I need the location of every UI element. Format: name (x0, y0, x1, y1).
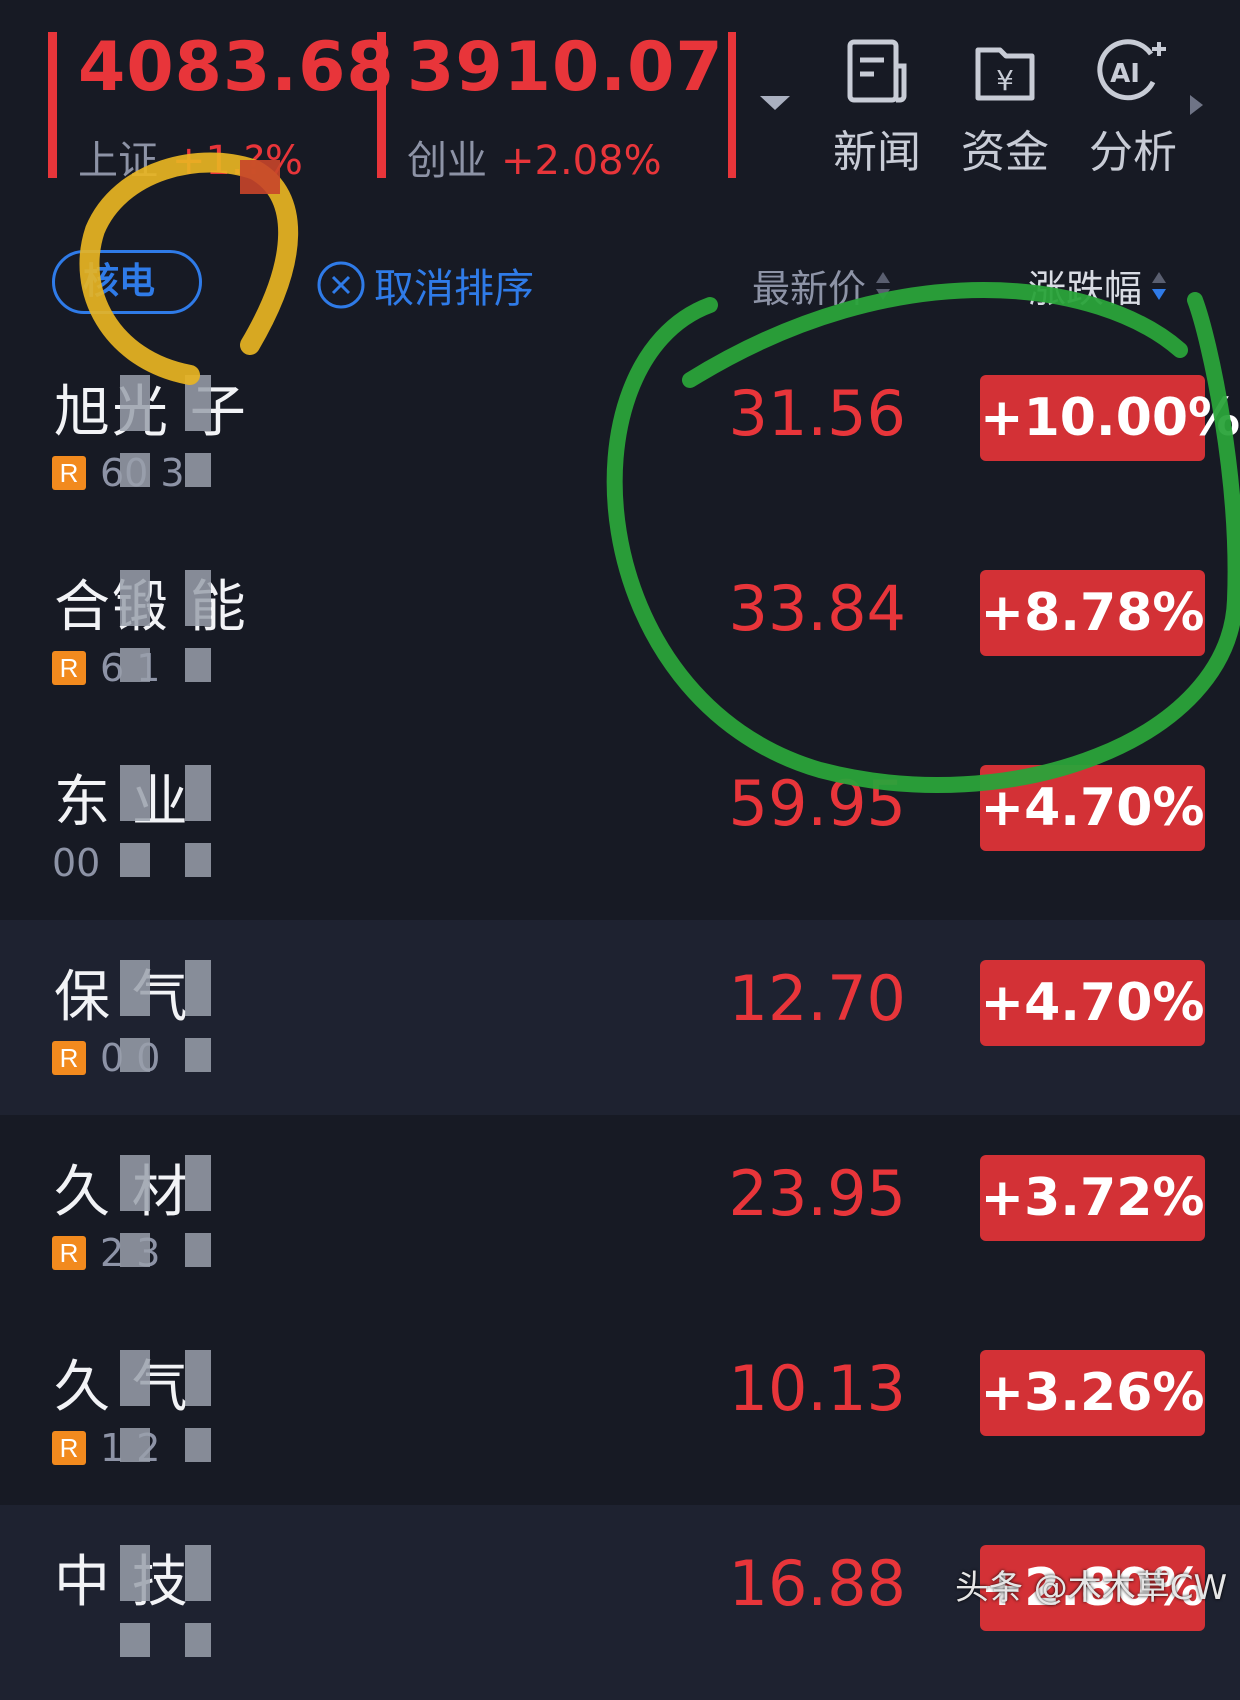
margin-badge: R (52, 456, 86, 490)
index-bar (48, 32, 57, 178)
margin-badge: R (52, 1236, 86, 1270)
index-value: 4083.68 (78, 28, 395, 107)
stock-price: 23.95 (728, 1157, 907, 1230)
mosaic-block (120, 843, 150, 877)
stock-row[interactable]: 久 材R 2 323.95+3.72% (0, 1115, 1240, 1310)
stock-row[interactable]: 久 气R 1 210.13+3.26% (0, 1310, 1240, 1505)
mosaic-block (185, 1038, 211, 1072)
sector-tag-chip[interactable]: 核电 (52, 250, 202, 314)
index-change: +1.?% (172, 138, 303, 184)
fund-icon: ¥ (975, 47, 1035, 101)
stock-row[interactable]: 合锻 能R6 133.84+8.78% (0, 530, 1240, 725)
mosaic-block (120, 1233, 150, 1267)
mosaic-block (185, 960, 211, 1016)
svg-text:AI: AI (1110, 59, 1140, 89)
mosaic-block (185, 453, 211, 487)
margin-badge: R (52, 1431, 86, 1465)
stock-code-wrap: 00 (52, 841, 100, 885)
mosaic-block (185, 1233, 211, 1267)
sort-icon (876, 271, 891, 300)
stock-price: 31.56 (728, 377, 907, 450)
mosaic-block (185, 1350, 211, 1406)
index-separator (728, 32, 736, 178)
mosaic-block (120, 1428, 150, 1462)
mosaic-block (185, 1545, 211, 1601)
analysis-label: 分析 (1089, 127, 1177, 178)
index-value: 3910.07 (407, 28, 724, 107)
mosaic-block (185, 648, 211, 682)
margin-badge: R (52, 1041, 86, 1075)
news-button[interactable]: 新闻 (822, 36, 932, 180)
mosaic-block (185, 843, 211, 877)
stock-row[interactable]: 东 业 00 59.95 +4.70% (0, 725, 1240, 920)
mosaic-block (120, 1038, 150, 1072)
change-percent-badge[interactable]: +4.70% (980, 765, 1205, 851)
mosaic-block (185, 765, 211, 821)
column-header-change[interactable]: 涨跌幅 (1028, 258, 1167, 313)
mosaic-block (120, 375, 150, 431)
chevron-down-icon[interactable] (760, 96, 790, 110)
index-bar (377, 32, 386, 178)
stock-price: 10.13 (728, 1352, 907, 1425)
fund-button[interactable]: ¥ 资金 (950, 36, 1060, 180)
column-header-price[interactable]: 最新价 (752, 258, 891, 313)
stock-name: 合锻 能 (54, 575, 248, 640)
index-name: 创业 +2.08% (407, 138, 662, 184)
stock-row[interactable]: 旭光 子 R60 3 31.56 +10.00% (0, 335, 1240, 530)
chevron-right-icon[interactable] (1190, 95, 1203, 115)
index-name: 上证 +1.?% (78, 138, 303, 184)
stock-row[interactable]: 保 气R 0 012.70+4.70% (0, 920, 1240, 1115)
mosaic-block (120, 570, 150, 626)
stock-price: 33.84 (728, 572, 907, 645)
change-percent-badge[interactable]: +10.00% (980, 375, 1240, 461)
mosaic-block (120, 1350, 150, 1406)
svg-text:¥: ¥ (996, 64, 1014, 97)
mosaic-block (185, 570, 211, 626)
change-percent-badge[interactable]: +3.72% (980, 1155, 1205, 1241)
stock-name: 旭光 子 (54, 380, 248, 445)
change-percent-badge[interactable]: +3.26% (980, 1350, 1205, 1436)
mosaic-block (185, 375, 211, 431)
margin-badge: R (52, 651, 86, 685)
mosaic-block (120, 453, 150, 487)
mosaic-block (185, 1428, 211, 1462)
cancel-sort-button[interactable]: 取消排序 (316, 256, 534, 314)
cancel-sort-label: 取消排序 (374, 266, 534, 312)
news-label: 新闻 (833, 127, 921, 178)
mosaic-block (185, 1623, 211, 1657)
fund-label: 资金 (961, 127, 1049, 178)
mosaic-block (120, 648, 150, 682)
mosaic-block (120, 1623, 150, 1657)
stock-price: 59.95 (728, 767, 907, 840)
mosaic-block (120, 1545, 150, 1601)
analysis-button[interactable]: AI 分析 (1078, 36, 1188, 180)
stock-code: 00 (52, 841, 101, 885)
stock-price: 12.70 (728, 962, 907, 1035)
watermark: 头条 @木木草CW (955, 1568, 1228, 1608)
news-icon (847, 39, 907, 103)
mosaic-block (185, 1155, 211, 1211)
close-circle-icon (317, 261, 365, 309)
sort-desc-icon (1152, 271, 1167, 300)
change-percent-badge[interactable]: +4.70% (980, 960, 1205, 1046)
mosaic-block (120, 765, 150, 821)
stock-code-wrap: R60 3 (52, 451, 185, 495)
index-change: +2.08% (501, 138, 662, 184)
mosaic-block (120, 1155, 150, 1211)
stock-price: 16.88 (728, 1547, 907, 1620)
ai-analysis-icon: AI (1097, 39, 1166, 101)
change-percent-badge[interactable]: +8.78% (980, 570, 1205, 656)
mosaic-block (120, 960, 150, 1016)
